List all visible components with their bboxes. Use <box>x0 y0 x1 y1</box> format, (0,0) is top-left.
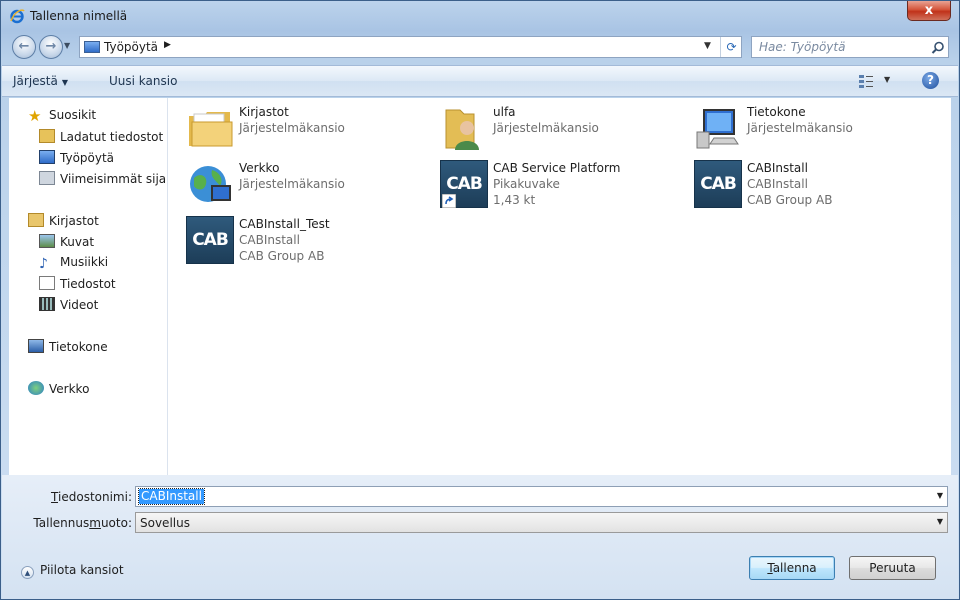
sidebar-item-documents[interactable]: Tiedostot <box>39 276 116 294</box>
sidebar-item-music[interactable]: ♪ Musiikki <box>39 255 108 273</box>
search-input[interactable]: Hae: Työpöytä <box>751 36 949 58</box>
address-breadcrumb[interactable]: Työpöytä <box>104 40 158 54</box>
new-folder-button[interactable]: Uusi kansio <box>109 74 177 88</box>
command-bar: Järjestä ▼ Uusi kansio ▼ ? <box>2 65 958 97</box>
chevron-down-icon[interactable]: ▼ <box>937 491 943 500</box>
file-description: CABInstall <box>747 177 808 191</box>
downloads-folder-icon <box>39 129 55 143</box>
list-item[interactable]: CAB CABInstall CABInstall CAB Group AB <box>694 160 934 212</box>
navigation-pane: ★ Suosikit Ladatut tiedostot Työpöytä Vii… <box>9 98 168 475</box>
sidebar-item-recent-places[interactable]: Viimeisimmät sijainnit <box>39 171 167 189</box>
list-item[interactable]: Kirjastot Järjestelmäkansio <box>186 104 426 156</box>
recent-locations-dropdown-icon[interactable]: ▼ <box>64 41 70 50</box>
file-company: CAB Group AB <box>239 249 325 263</box>
sidebar-item-videos[interactable]: Videot <box>39 297 98 315</box>
file-type: Järjestelmäkansio <box>239 121 345 135</box>
back-arrow-icon: ← <box>18 39 30 54</box>
refresh-button[interactable]: ⟳ <box>720 37 742 57</box>
documents-icon <box>39 276 55 290</box>
filename-input[interactable]: CABInstall ▼ <box>135 486 948 507</box>
file-name: Tietokone <box>747 105 806 119</box>
breadcrumb-chevron-icon[interactable]: ▶ <box>164 40 171 50</box>
address-dropdown-icon[interactable]: ▼ <box>704 41 711 51</box>
star-icon: ★ <box>28 107 42 125</box>
sidebar-item-computer[interactable]: Tietokone <box>28 339 108 357</box>
list-item[interactable]: CAB CAB Service Platform Pikakuvake 1,43… <box>440 160 680 212</box>
chevron-up-icon: ▲ <box>21 566 34 579</box>
title-bar: Tallenna nimellä x <box>1 1 959 31</box>
desktop-icon <box>84 41 100 53</box>
address-bar[interactable]: Työpöytä ▶ ▼ ⟳ <box>79 36 742 58</box>
file-name: CABInstall <box>747 161 808 175</box>
filename-value: CABInstall <box>138 488 205 505</box>
search-placeholder: Hae: Työpöytä <box>759 40 846 54</box>
search-icon[interactable] <box>931 41 945 55</box>
videos-icon <box>39 297 55 311</box>
list-item[interactable]: Verkko Järjestelmäkansio <box>186 160 426 212</box>
file-list: Kirjastot Järjestelmäkansio ulfa Järjest… <box>168 98 951 475</box>
sidebar-item-network[interactable]: Verkko <box>28 381 89 399</box>
save-button[interactable]: Tallenna <box>749 556 835 580</box>
filetype-select[interactable]: Sovellus ▼ <box>135 512 948 533</box>
chevron-down-icon: ▼ <box>61 78 69 87</box>
forward-button[interactable]: → <box>39 35 63 59</box>
file-name: Kirjastot <box>239 105 289 119</box>
file-company: CAB Group AB <box>747 193 833 207</box>
change-view-icon[interactable] <box>858 73 874 89</box>
window-title: Tallenna nimellä <box>30 9 128 23</box>
list-item[interactable]: ulfa Järjestelmäkansio <box>440 104 680 156</box>
computer-icon <box>696 109 739 149</box>
network-icon <box>28 381 44 395</box>
libraries-icon <box>28 213 44 227</box>
chevron-down-icon: ▼ <box>936 517 943 526</box>
filetype-value: Sovellus <box>140 516 190 530</box>
computer-icon <box>28 339 44 353</box>
file-type: Pikakuvake <box>493 177 560 191</box>
forward-arrow-icon: → <box>45 39 57 54</box>
music-note-icon: ♪ <box>39 256 48 272</box>
sidebar-item-downloads[interactable]: Ladatut tiedostot <box>39 129 163 147</box>
pictures-icon <box>39 234 55 248</box>
help-icon[interactable]: ? <box>922 72 939 89</box>
shortcut-arrow-icon <box>442 194 456 208</box>
file-name: ulfa <box>493 105 516 119</box>
save-as-dialog: Tallenna nimellä x ← → ▼ Työpöytä ▶ ▼ ⟳ … <box>0 0 960 600</box>
file-type: Järjestelmäkansio <box>239 177 345 191</box>
file-name: Verkko <box>239 161 280 175</box>
hide-folders-button[interactable]: ▲ Piilota kansiot <box>21 563 124 579</box>
filename-label: Tiedostonimi: <box>51 490 132 504</box>
file-size: 1,43 kt <box>493 193 536 207</box>
internet-explorer-icon <box>10 9 25 24</box>
recent-places-icon <box>39 171 55 185</box>
organize-label: Järjestä <box>13 74 58 88</box>
network-icon <box>190 166 231 202</box>
close-icon: x <box>924 3 934 18</box>
file-type: Järjestelmäkansio <box>493 121 599 135</box>
cab-app-icon: CAB <box>186 216 234 264</box>
file-description: CABInstall <box>239 233 300 247</box>
sidebar-item-desktop[interactable]: Työpöytä <box>39 150 114 168</box>
close-button[interactable]: x <box>907 1 951 21</box>
filetype-label: Tallennusmuoto: <box>33 516 132 530</box>
list-item[interactable]: CAB CABInstall_Test CABInstall CAB Group… <box>186 216 426 268</box>
file-name: CABInstall_Test <box>239 217 330 231</box>
save-options-panel: Tiedostonimi: CABInstall ▼ Tallennusmuot… <box>2 475 958 599</box>
libraries-folder-icon <box>189 112 233 147</box>
list-item[interactable]: Tietokone Järjestelmäkansio <box>694 104 934 156</box>
user-folder-icon <box>445 109 479 150</box>
sidebar-item-libraries[interactable]: Kirjastot <box>28 213 99 231</box>
organize-button[interactable]: Järjestä ▼ <box>13 74 68 88</box>
cancel-button[interactable]: Peruuta <box>849 556 936 580</box>
view-options-dropdown-icon[interactable]: ▼ <box>884 75 890 84</box>
cab-app-icon: CAB <box>694 160 742 208</box>
file-name: CAB Service Platform <box>493 161 621 175</box>
back-button[interactable]: ← <box>12 35 36 59</box>
file-type: Järjestelmäkansio <box>747 121 853 135</box>
sidebar-item-pictures[interactable]: Kuvat <box>39 234 94 252</box>
desktop-icon <box>39 150 55 164</box>
sidebar-item-favorites[interactable]: ★ Suosikit <box>28 108 96 126</box>
